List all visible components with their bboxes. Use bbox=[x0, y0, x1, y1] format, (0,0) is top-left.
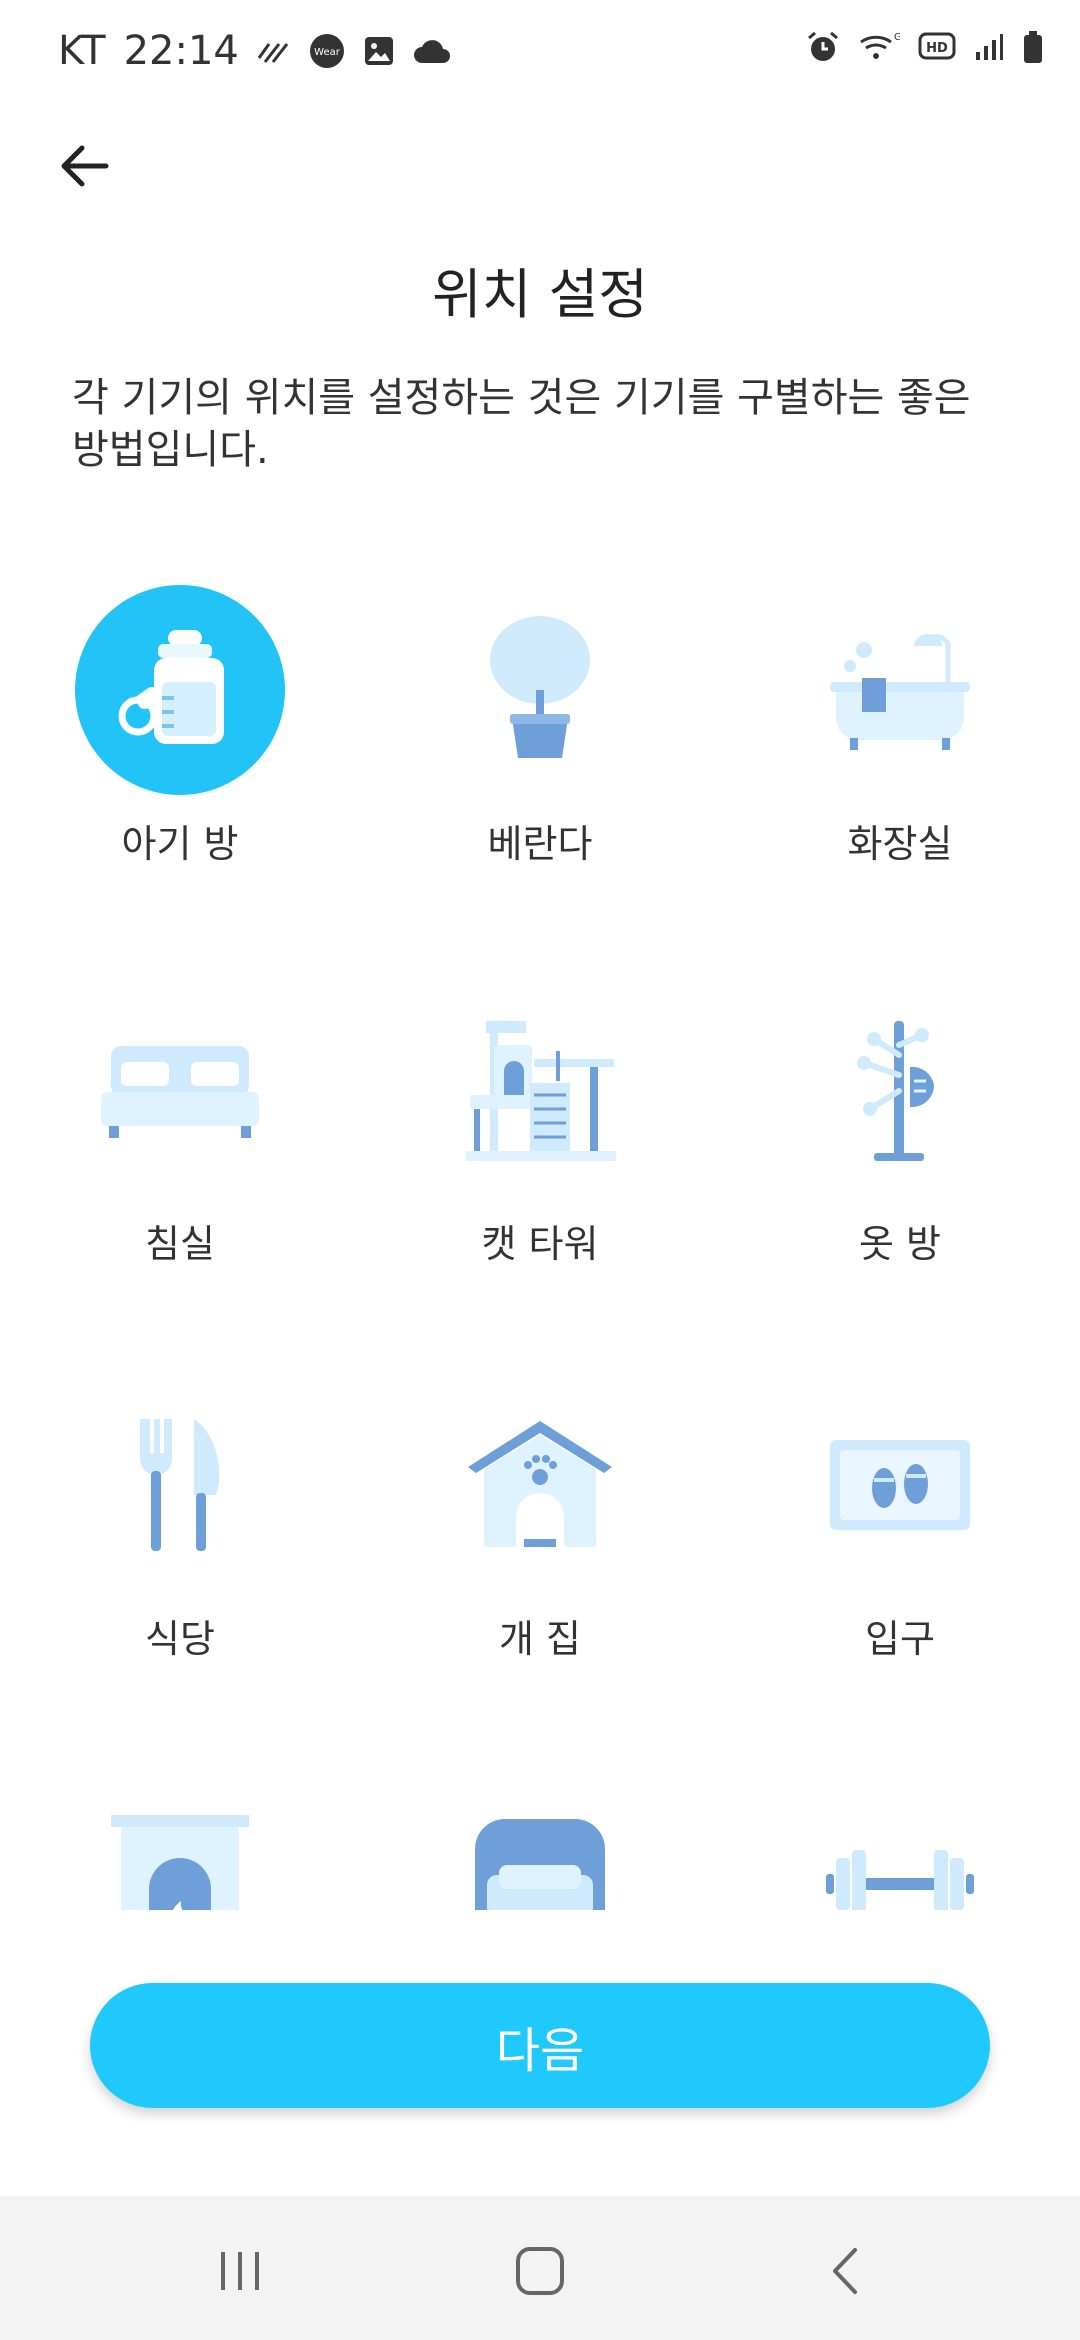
signal-icon bbox=[974, 32, 1004, 62]
fork-knife-icon bbox=[75, 1380, 285, 1590]
recent-apps-button[interactable] bbox=[205, 2236, 275, 2306]
alarm-icon bbox=[806, 30, 840, 64]
home-button[interactable] bbox=[505, 2236, 575, 2306]
bed-icon bbox=[75, 985, 285, 1195]
dumbbell-icon bbox=[795, 1775, 1005, 1910]
cloud-icon bbox=[413, 37, 451, 65]
activity-icon bbox=[257, 36, 291, 66]
baby-bottle-icon bbox=[75, 585, 285, 795]
coat-rack-icon bbox=[795, 985, 1005, 1195]
location-baby-room[interactable]: 아기 방 bbox=[0, 560, 360, 890]
svg-text:Wear: Wear bbox=[314, 47, 341, 58]
svg-text:HD: HD bbox=[926, 41, 948, 56]
location-label: 아기 방 bbox=[121, 822, 239, 866]
page-description: 각 기기의 위치를 설정하는 것은 기기를 구별하는 좋은 방법입니다. bbox=[72, 375, 971, 473]
location-label: 입구 bbox=[865, 1617, 935, 1661]
back-chevron-icon bbox=[833, 2248, 857, 2294]
location-gym[interactable] bbox=[720, 1750, 1080, 1910]
location-label: 식당 bbox=[145, 1617, 215, 1661]
location-label: 화장실 bbox=[847, 822, 953, 866]
location-fireplace[interactable] bbox=[0, 1750, 360, 1910]
clock: 22:14 bbox=[123, 28, 239, 74]
status-bar: KT 22:14 Wear G HD bbox=[0, 0, 1080, 100]
dog-house-icon bbox=[435, 1380, 645, 1590]
carrier-label: KT bbox=[58, 28, 106, 74]
location-dressing-room[interactable]: 옷 방 bbox=[720, 960, 1080, 1290]
location-cat-tower[interactable]: 캣 타워 bbox=[360, 960, 720, 1290]
potted-tree-icon bbox=[435, 585, 645, 795]
bathtub-icon bbox=[795, 585, 1005, 795]
location-label: 옷 방 bbox=[859, 1222, 941, 1266]
location-dining[interactable]: 식당 bbox=[0, 1355, 360, 1685]
doormat-icon bbox=[795, 1380, 1005, 1590]
navigation-bar bbox=[0, 2196, 1080, 2340]
wear-icon: Wear bbox=[309, 33, 345, 69]
location-label: 캣 타워 bbox=[481, 1222, 599, 1266]
recent-apps-icon bbox=[221, 2252, 259, 2290]
location-bathroom[interactable]: 화장실 bbox=[720, 560, 1080, 890]
fireplace-icon bbox=[75, 1775, 285, 1910]
location-label: 베란다 bbox=[487, 822, 593, 866]
page-title: 위치 설정 bbox=[432, 263, 648, 326]
svg-text:G: G bbox=[894, 32, 900, 43]
location-label: 개 집 bbox=[499, 1617, 581, 1661]
location-entrance[interactable]: 입구 bbox=[720, 1355, 1080, 1685]
gallery-icon bbox=[363, 35, 395, 67]
next-button[interactable]: 다음 bbox=[90, 1983, 990, 2108]
back-nav-button[interactable] bbox=[810, 2236, 880, 2306]
back-button[interactable] bbox=[48, 130, 120, 202]
location-bedroom[interactable]: 침실 bbox=[0, 960, 360, 1290]
home-icon bbox=[516, 2247, 564, 2295]
location-grid: 아기 방 베란다 화장실 침실 캣 타워 옷 방 식당 개 집 입구 bbox=[0, 560, 1080, 1910]
battery-icon bbox=[1022, 30, 1044, 64]
garage-car-icon bbox=[435, 1775, 645, 1910]
wifi-icon: G bbox=[858, 30, 900, 64]
location-garage[interactable] bbox=[360, 1750, 720, 1910]
location-label: 침실 bbox=[145, 1222, 215, 1266]
hd-voice-icon: HD bbox=[918, 31, 956, 63]
arrow-left-icon bbox=[61, 145, 109, 187]
location-dog-house[interactable]: 개 집 bbox=[360, 1355, 720, 1685]
location-veranda[interactable]: 베란다 bbox=[360, 560, 720, 890]
cat-tower-icon bbox=[435, 985, 645, 1195]
